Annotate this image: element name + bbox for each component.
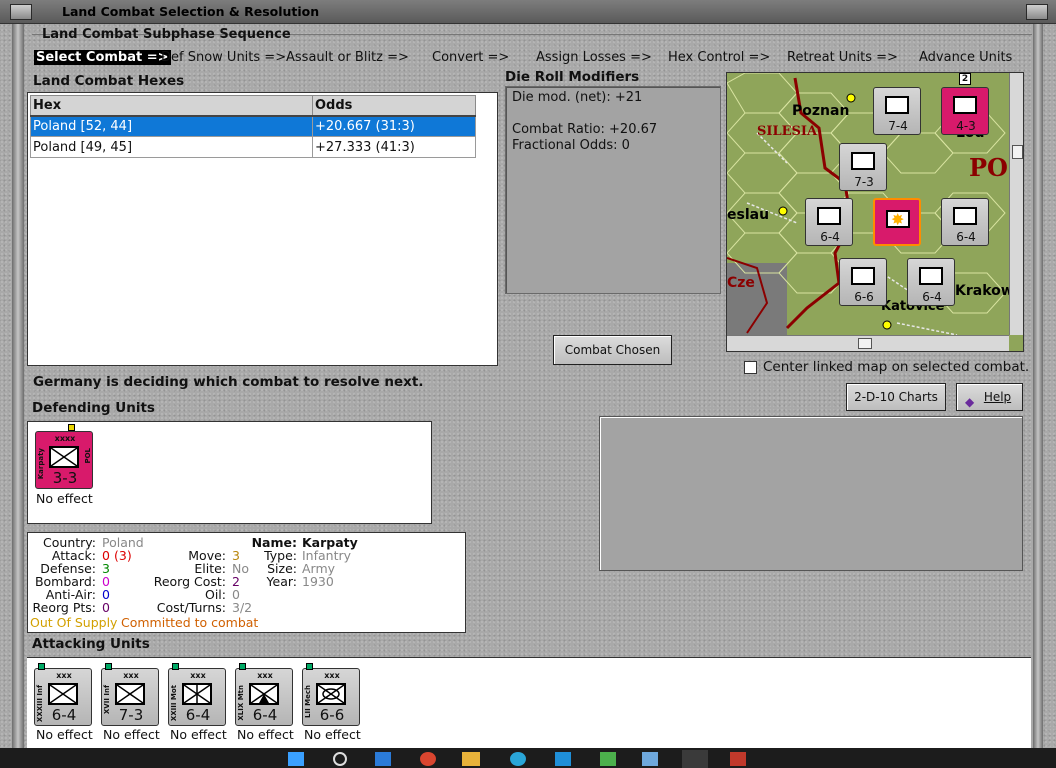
- attacking-units-title: Attacking Units: [32, 636, 150, 652]
- help-label: Help: [983, 390, 1012, 404]
- supply-status: Out Of Supply: [30, 615, 118, 630]
- map-label-breslau: eslau: [727, 207, 770, 223]
- map-label-poland: PO: [969, 153, 1008, 182]
- taskbar-app-active[interactable]: [682, 750, 708, 768]
- step-advance: Advance Units: [919, 50, 1013, 65]
- combat-hexes-title: Land Combat Hexes: [33, 73, 185, 89]
- taskbar-app-icon[interactable]: [375, 752, 391, 766]
- folder-icon[interactable]: [462, 752, 480, 766]
- column-header-hex[interactable]: Hex: [30, 95, 313, 117]
- attacker-unit[interactable]: xxx LII Mech 6-6: [302, 663, 360, 726]
- step-assault: Assault or Blitz =>: [286, 50, 409, 65]
- map-unit-target[interactable]: ✸: [873, 198, 921, 246]
- combat-ratio: Combat Ratio: +20.67: [512, 122, 658, 137]
- map-horizontal-scrollbar[interactable]: [727, 335, 1009, 351]
- hex-cell: Poland [49, 45]: [30, 136, 313, 158]
- die-roll-box: Die mod. (net): +21 Combat Ratio: +20.67…: [505, 86, 721, 294]
- center-map-label: Center linked map on selected combat.: [763, 359, 1030, 375]
- combat-hexes-table: Hex Odds Poland [52, 44] +20.667 (31:3) …: [30, 95, 476, 158]
- committed-status: Committed to combat: [121, 615, 259, 630]
- vertical-scroll-thumb[interactable]: [1012, 145, 1023, 159]
- fractional-odds: Fractional Odds: 0: [512, 138, 630, 153]
- infantry-symbol-icon: [48, 683, 78, 705]
- combat-chosen-button[interactable]: Combat Chosen: [553, 335, 672, 365]
- infantry-symbol-icon: [115, 683, 145, 705]
- die-roll-title: Die Roll Modifiers: [505, 69, 640, 85]
- taskbar-app-icon[interactable]: [730, 752, 746, 766]
- title-bar: Land Combat Selection & Resolution: [0, 0, 1056, 24]
- combat-hexes-list[interactable]: Hex Odds Poland [52, 44] +20.667 (31:3) …: [27, 92, 498, 366]
- column-header-odds[interactable]: Odds: [312, 95, 476, 117]
- map-unit[interactable]: 7-4: [873, 87, 921, 135]
- map-label-poznan: Poznan: [792, 103, 850, 119]
- step-select-combat: Select Combat =>: [34, 50, 171, 65]
- map-unit[interactable]: 7-3: [839, 143, 887, 191]
- window-title: Land Combat Selection & Resolution: [62, 4, 320, 19]
- mountain-symbol-icon: [249, 683, 279, 705]
- linked-map[interactable]: Poznan SILESIA Lod PO eslau Cze Krakow K…: [726, 72, 1024, 352]
- taskbar-app-icon[interactable]: [510, 752, 526, 766]
- explosion-icon: ✸: [891, 210, 905, 229]
- os-taskbar: [0, 748, 1056, 768]
- attacking-units-box: xxx XXXIII Inf 6-4 No effect xxx XVII In…: [27, 657, 1031, 749]
- defending-units-box: xxxx Karpaty POL 3-3 No effect: [27, 421, 432, 524]
- hex-cell: Poland [52, 44]: [30, 115, 313, 137]
- map-unit[interactable]: 6-4: [907, 258, 955, 306]
- map-unit[interactable]: 6-4: [941, 198, 989, 246]
- center-map-checkbox[interactable]: [744, 361, 757, 374]
- map-label-czech: Cze: [727, 275, 755, 291]
- stack-count-badge: 2: [959, 73, 971, 85]
- attacker-unit[interactable]: xxx XVII Inf 7-3: [101, 663, 159, 726]
- attacker-unit[interactable]: xxx XLIX Mtn 6-4: [235, 663, 293, 726]
- taskbar-app-icon[interactable]: [420, 752, 436, 766]
- attacker-effect: No effect: [304, 727, 361, 742]
- defender-effect: No effect: [36, 491, 93, 506]
- odds-cell: +27.333 (41:3): [312, 136, 476, 158]
- system-menu-button[interactable]: [10, 4, 32, 20]
- attacker-effect: No effect: [170, 727, 227, 742]
- help-book-icon: ◆: [965, 395, 975, 409]
- start-icon[interactable]: [288, 752, 304, 766]
- map-label-silesia: SILESIA: [757, 124, 818, 139]
- step-hex-control: Hex Control =>: [668, 50, 771, 65]
- taskbar-app-icon[interactable]: [555, 752, 571, 766]
- table-row[interactable]: Poland [49, 45] +27.333 (41:3): [30, 136, 476, 158]
- help-button[interactable]: ◆ Help: [956, 383, 1023, 411]
- search-icon[interactable]: [333, 752, 347, 766]
- subphase-title: Land Combat Subphase Sequence: [42, 27, 291, 42]
- map-unit[interactable]: 6-4: [805, 198, 853, 246]
- attacker-effect: No effect: [237, 727, 294, 742]
- attacker-unit[interactable]: xxx XXXIII Inf 6-4: [34, 663, 92, 726]
- infantry-symbol-icon: [49, 446, 79, 468]
- right-frame: [1033, 24, 1043, 748]
- taskbar-app-icon[interactable]: [642, 752, 658, 766]
- map-vertical-scrollbar[interactable]: [1009, 73, 1023, 335]
- step-retreat: Retreat Units =>: [787, 50, 898, 65]
- combat-result-box: [599, 416, 1023, 571]
- die-mod-net: Die mod. (net): +21: [512, 90, 643, 105]
- map-label-krakow: Krakow: [955, 283, 1014, 299]
- defending-units-title: Defending Units: [32, 400, 155, 416]
- odds-cell: +20.667 (31:3): [312, 115, 476, 137]
- defender-unit-karpaty[interactable]: xxxx Karpaty POL 3-3: [35, 424, 93, 489]
- step-assign-losses: Assign Losses =>: [536, 50, 652, 65]
- attacker-effect: No effect: [103, 727, 160, 742]
- window-control-button[interactable]: [1026, 4, 1048, 20]
- map-unit[interactable]: 6-6: [839, 258, 887, 306]
- map-unit[interactable]: 4-3: [941, 87, 989, 135]
- horizontal-scroll-thumb[interactable]: [858, 338, 872, 349]
- step-convert: Convert =>: [432, 50, 510, 65]
- motorized-symbol-icon: [182, 683, 212, 705]
- attacker-effect: No effect: [36, 727, 93, 742]
- taskbar-app-icon[interactable]: [600, 752, 616, 766]
- table-row[interactable]: Poland [52, 44] +20.667 (31:3): [30, 115, 476, 137]
- status-message: Germany is deciding which combat to reso…: [33, 374, 424, 390]
- charts-button[interactable]: 2-D-10 Charts: [846, 383, 946, 411]
- step-def-snow: Def Snow Units =>: [161, 50, 287, 65]
- mechanized-symbol-icon: [316, 683, 346, 705]
- unit-details-box: Country: Poland Attack: 0 (3) Defense: 3…: [27, 532, 466, 633]
- left-frame: [12, 24, 24, 748]
- attacker-unit[interactable]: xxx XXIII Mot 6-4: [168, 663, 226, 726]
